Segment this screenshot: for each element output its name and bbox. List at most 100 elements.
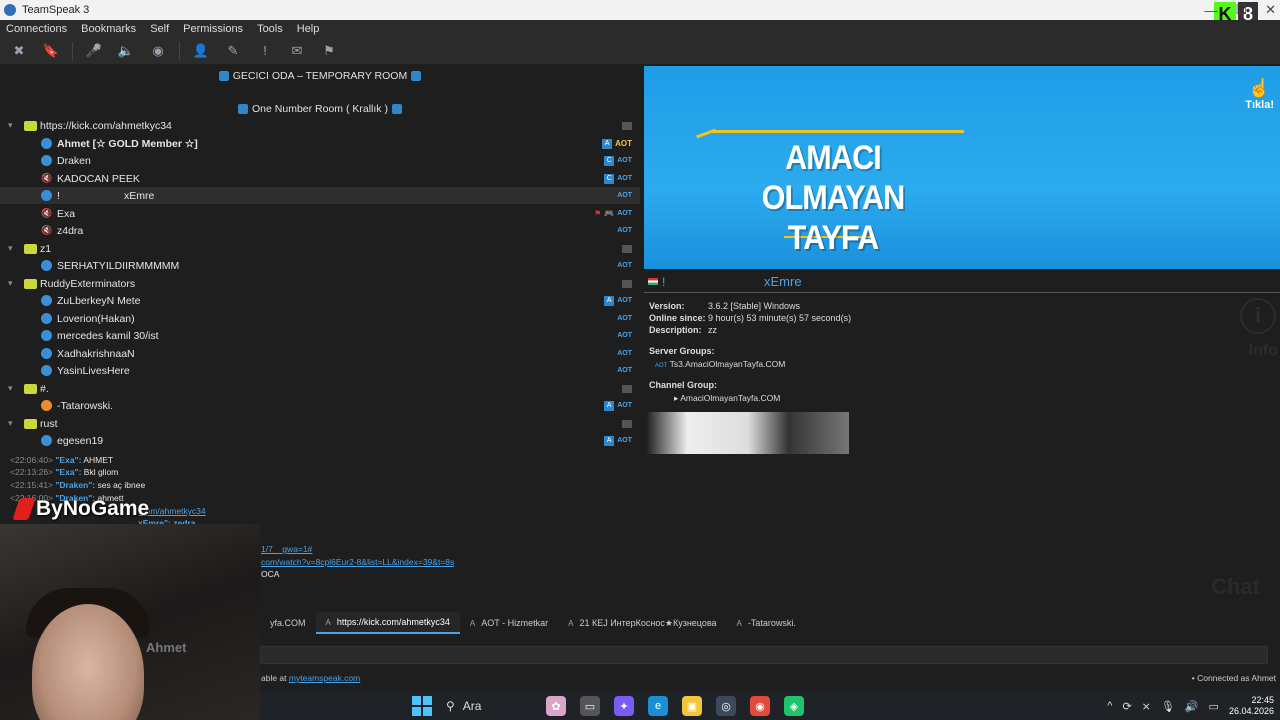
collapse-caret-icon[interactable]: ▾ <box>8 383 13 394</box>
client-row[interactable]: XadhakrishnaaN AOT <box>0 345 640 362</box>
sync-icon[interactable]: ⟳ <box>1122 700 1131 713</box>
channel-z1[interactable]: ▾ z1 <box>0 240 640 257</box>
server-banner[interactable]: AMACI OLMAYAN TAYFA ☝ Tıkla! <box>644 66 1280 269</box>
channel-hash[interactable]: ▾ #. <box>0 380 640 397</box>
muted-speaker-icon: 🔇 <box>41 208 53 218</box>
minimize-button[interactable]: — <box>1204 3 1217 18</box>
obs-icon[interactable]: ◈ <box>784 696 804 716</box>
client-row-selected[interactable]: ! xEmre AOT <box>0 187 640 204</box>
menu-help[interactable]: Help <box>297 23 320 35</box>
chat-link[interactable]: 1/7__gwa=1# <box>261 543 312 555</box>
client-row[interactable]: Loverion(Hakan) AOT <box>0 310 640 327</box>
tray-chevron-icon[interactable]: ^ <box>1107 700 1112 712</box>
client-nickname: xEmre <box>764 274 802 289</box>
menu-permissions[interactable]: Permissions <box>183 23 243 35</box>
muted-speaker-icon: 🔇 <box>41 173 53 183</box>
client-row[interactable]: 🔇 KADOCAN PEEK C AOT <box>0 170 640 187</box>
server-tabs: yfa.COM Ahttps://kick.com/ahmetkyc34 A AO… <box>260 612 1280 634</box>
menu-bookmarks[interactable]: Bookmarks <box>81 23 136 35</box>
disconnect-icon[interactable]: ✖ <box>8 41 30 61</box>
spacer-temporary-room[interactable]: GECICI ODA – TEMPORARY ROOM <box>0 67 640 84</box>
channel-icon <box>24 278 37 289</box>
client-status-icon <box>41 348 52 359</box>
windows-start-icon[interactable] <box>412 696 432 716</box>
client-status-icon <box>41 155 52 166</box>
channel-tab-icon: A <box>469 618 476 628</box>
webcam-shirt-text: Ahmet <box>146 640 187 655</box>
chat-input[interactable] <box>260 646 1268 664</box>
channel-ruddy[interactable]: ▾ RuddyExterminators <box>0 275 640 292</box>
maximize-button[interactable]: ☐ <box>1235 2 1247 18</box>
tab-private-chat[interactable]: A 21 КЕЈ ИнтерКоснос★Кузнецова <box>558 612 726 634</box>
collapse-caret-icon[interactable]: ▾ <box>8 278 13 289</box>
mute-microphone-icon[interactable]: 🎤 <box>83 41 105 61</box>
clock[interactable]: 22:45 26.04.2026 <box>1229 695 1274 717</box>
info-watermark-icon: i <box>1240 298 1276 334</box>
file-explorer-icon[interactable]: ▣ <box>682 696 702 716</box>
chrome-icon[interactable]: ◉ <box>750 696 770 716</box>
task-view-icon[interactable]: ▭ <box>580 696 600 716</box>
volume-icon[interactable]: 🔊 <box>1185 700 1199 713</box>
chat-message: <22:15:41> "Draken": ses aç ibnee <box>10 480 146 490</box>
battery-icon[interactable]: ▭ <box>1209 700 1219 713</box>
spacer-icon <box>411 70 422 81</box>
myteamspeak-link[interactable]: myteamspeak.com <box>289 673 360 683</box>
channel-icon[interactable]: ✉ <box>286 41 308 61</box>
mute-speakers-icon[interactable]: 🔈 <box>115 41 137 61</box>
collapse-caret-icon[interactable]: ▾ <box>8 120 13 131</box>
chat-watermark: Chat <box>1211 574 1260 599</box>
spacer-one-number-room[interactable]: One Number Room ( Krallık ) <box>0 100 640 117</box>
away-icon[interactable]: ◉ <box>147 41 169 61</box>
chat-message: OCA <box>261 569 280 579</box>
bynogame-logo: ByNoGame <box>12 496 149 522</box>
tab-tatarowski[interactable]: A -Tatarowski. <box>727 612 806 634</box>
search-icon: ⚲ <box>446 699 455 713</box>
talk-power-icon[interactable]: ⚑ <box>318 41 340 61</box>
menu-bar: Connections Bookmarks Self Permissions T… <box>0 20 1280 37</box>
menu-tools[interactable]: Tools <box>257 23 283 35</box>
channel-flag-icon <box>622 419 632 428</box>
menu-self[interactable]: Self <box>150 23 169 35</box>
widgets-icon[interactable]: ✿ <box>546 696 566 716</box>
teamspeak-taskbar-icon[interactable]: ◎ <box>716 696 736 716</box>
client-row[interactable]: Draken C AOT <box>0 152 640 169</box>
banner-click-hint[interactable]: ☝ Tıkla! <box>1245 78 1274 111</box>
tab-aot-hizmetkar[interactable]: A AOT - Hizmetkar <box>460 612 558 634</box>
copilot-icon[interactable]: ✦ <box>614 696 634 716</box>
taskbar-search[interactable]: ⚲ Ara <box>446 695 532 717</box>
edge-icon[interactable]: e <box>648 696 668 716</box>
aot-badge: AOT <box>617 367 632 374</box>
toolbar: ✖ 🔖 🎤 🔈 ◉ 👤 ✎ ! ✉ ⚑ <box>0 37 1280 64</box>
client-row[interactable]: ZuLberkeyN Mete A AOT <box>0 292 640 309</box>
client-row[interactable]: Ahmet [☆ GOLD Member ☆] A AOT <box>0 135 640 152</box>
game-icon: 🎮 <box>604 209 615 218</box>
client-row[interactable]: mercedes kamil 30/ist AOT <box>0 327 640 344</box>
network-off-icon[interactable]: ⨯ <box>1142 700 1151 713</box>
country-flag-icon <box>648 278 658 285</box>
channel-rust[interactable]: ▾ rust <box>0 415 640 432</box>
channel-kick[interactable]: ▾ https://kick.com/ahmetkyc34 <box>0 117 640 134</box>
client-row[interactable]: 🔇 z4dra AOT <box>0 222 640 239</box>
menu-connections[interactable]: Connections <box>6 23 67 35</box>
client-row[interactable]: YasinLivesHere AOT <box>0 362 640 379</box>
avatar-icon[interactable]: 👤 <box>190 41 212 61</box>
collapse-caret-icon[interactable]: ▾ <box>8 418 13 429</box>
banner-title: AMACI OLMAYAN TAYFA <box>761 139 906 257</box>
client-properties: Version: 3.6.2 [Stable] Windows Online si… <box>649 301 852 335</box>
collapse-caret-icon[interactable]: ▾ <box>8 243 13 254</box>
microphone-icon[interactable]: 🎙 <box>1161 700 1175 713</box>
poke-icon[interactable]: ! <box>254 41 276 61</box>
client-row[interactable]: SERHATYILDIIRMMMMM AOT <box>0 257 640 274</box>
bookmark-icon[interactable]: 🔖 <box>40 41 62 61</box>
client-row[interactable]: egesen19 A AOT <box>0 432 640 449</box>
client-row[interactable]: 🔇 Exa ⚑ 🎮 AOT <box>0 205 640 222</box>
channel-icon <box>24 120 37 131</box>
tab-kick-channel[interactable]: Ahttps://kick.com/ahmetkyc34 <box>315 612 460 634</box>
client-status-icon <box>41 435 52 446</box>
client-row[interactable]: -Tatarowski. A AOT <box>0 397 640 414</box>
spacer-icon <box>218 70 229 81</box>
tab-server[interactable]: yfa.COM <box>260 612 316 634</box>
close-button[interactable]: ✕ <box>1265 2 1276 18</box>
chat-link[interactable]: com/watch?v=8cpl6Eur2-8&list=LL&index=39… <box>261 556 454 568</box>
whisper-icon[interactable]: ✎ <box>222 41 244 61</box>
